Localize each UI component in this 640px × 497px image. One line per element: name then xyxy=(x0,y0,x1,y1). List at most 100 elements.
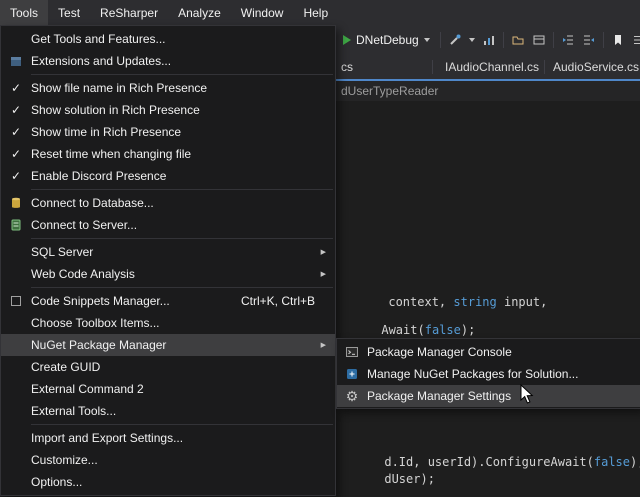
submenu-item-package-manager-console[interactable]: Package Manager Console xyxy=(337,341,640,363)
extensions-icon xyxy=(1,54,31,68)
menu-item-label: Get Tools and Features... xyxy=(31,32,335,46)
menu-item-label: Package Manager Settings xyxy=(367,389,640,403)
submenu-arrow-icon: ▶ xyxy=(321,248,326,256)
menu-item-nuget-package-manager[interactable]: NuGet Package Manager ▶ xyxy=(1,334,335,356)
menu-item-label: Import and Export Settings... xyxy=(31,431,335,445)
menubar-item-tools[interactable]: Tools xyxy=(0,0,48,25)
server-icon xyxy=(1,218,31,232)
menu-item-code-snippets-manager[interactable]: Code Snippets Manager... Ctrl+K, Ctrl+B xyxy=(1,290,335,312)
task-list-icon[interactable] xyxy=(632,31,640,49)
menu-item-label: Connect to Database... xyxy=(31,196,335,210)
menu-item-enable-discord-presence[interactable]: ✓ Enable Discord Presence xyxy=(1,165,335,187)
vs-window: Tools Test ReSharper Analyze Window Help… xyxy=(0,0,640,497)
menubar-item-test[interactable]: Test xyxy=(48,0,90,25)
chevron-down-icon xyxy=(424,38,430,42)
menu-item-external-tools[interactable]: External Tools... xyxy=(1,400,335,422)
toolbar-separator xyxy=(553,32,554,48)
menubar-item-analyze[interactable]: Analyze xyxy=(168,0,231,25)
menu-separator xyxy=(31,424,333,425)
bookmark-icon[interactable] xyxy=(611,31,625,49)
toolbar-separator xyxy=(603,32,604,48)
menu-item-label: External Tools... xyxy=(31,404,335,418)
packages-icon xyxy=(337,367,367,381)
menu-item-connect-to-server[interactable]: Connect to Server... xyxy=(1,214,335,236)
window-layout-icon[interactable] xyxy=(532,31,546,49)
checkmark-icon: ✓ xyxy=(1,125,31,139)
tools-menu: Get Tools and Features... Extensions and… xyxy=(0,25,336,496)
submenu-arrow-icon: ▶ xyxy=(321,341,326,349)
submenu-item-package-manager-settings[interactable]: ⚙ Package Manager Settings xyxy=(337,385,640,407)
console-icon xyxy=(337,345,367,359)
menu-item-shortcut: Ctrl+K, Ctrl+B xyxy=(241,294,315,308)
checkmark-icon: ✓ xyxy=(1,81,31,95)
outdent-icon[interactable] xyxy=(582,31,596,49)
menu-item-label: Connect to Server... xyxy=(31,218,335,232)
checkmark-icon: ✓ xyxy=(1,103,31,117)
nuget-package-manager-submenu: Package Manager Console Manage NuGet Pac… xyxy=(336,338,640,409)
menu-item-label: External Command 2 xyxy=(31,382,335,396)
menu-separator xyxy=(31,287,333,288)
menu-item-label: Extensions and Updates... xyxy=(31,54,335,68)
menu-item-label: Show time in Rich Presence xyxy=(31,125,335,139)
menu-bar: Tools Test ReSharper Analyze Window Help xyxy=(0,0,640,25)
menu-item-label: Package Manager Console xyxy=(367,345,640,359)
menu-separator xyxy=(31,189,333,190)
menu-item-options[interactable]: Options... xyxy=(1,471,335,493)
menu-item-customize[interactable]: Customize... xyxy=(1,449,335,471)
checkmark-icon: ✓ xyxy=(1,147,31,161)
menu-item-label: Choose Toolbox Items... xyxy=(31,316,335,330)
menu-item-connect-to-database[interactable]: Connect to Database... xyxy=(1,192,335,214)
menu-item-label: Create GUID xyxy=(31,360,335,374)
toolbar-separator xyxy=(503,32,504,48)
checkmark-icon: ✓ xyxy=(1,169,31,183)
gear-icon: ⚙ xyxy=(337,389,367,403)
attach-to-process-icon[interactable] xyxy=(448,31,462,49)
menu-item-reset-time-when-changing-file[interactable]: ✓ Reset time when changing file xyxy=(1,143,335,165)
menu-item-label: Manage NuGet Packages for Solution... xyxy=(367,367,640,381)
mouse-cursor xyxy=(520,384,536,405)
snippets-icon xyxy=(1,294,31,308)
open-file-icon[interactable] xyxy=(511,31,525,49)
menubar-item-resharper[interactable]: ReSharper xyxy=(90,0,168,25)
tab-iaudiochannel[interactable]: IAudioChannel.cs xyxy=(445,55,539,79)
menu-item-label: NuGet Package Manager xyxy=(31,338,335,352)
menu-item-label: Options... xyxy=(31,475,335,489)
tab-divider xyxy=(544,60,545,74)
debug-target-label: DNetDebug xyxy=(356,33,419,47)
menu-item-import-export-settings[interactable]: Import and Export Settings... xyxy=(1,427,335,449)
menu-item-extensions-and-updates[interactable]: Extensions and Updates... xyxy=(1,50,335,72)
menu-item-external-command-2[interactable]: External Command 2 xyxy=(1,378,335,400)
menubar-item-help[interactable]: Help xyxy=(293,0,338,25)
menu-item-get-tools-and-features[interactable]: Get Tools and Features... xyxy=(1,28,335,50)
toolbar-separator xyxy=(440,32,441,48)
menu-item-show-time-rich-presence[interactable]: ✓ Show time in Rich Presence xyxy=(1,121,335,143)
menu-item-show-solution-rich-presence[interactable]: ✓ Show solution in Rich Presence xyxy=(1,99,335,121)
debug-run-button[interactable]: DNetDebug xyxy=(340,31,433,49)
code-line: se); xyxy=(341,486,413,497)
menu-item-create-guid[interactable]: Create GUID xyxy=(1,356,335,378)
menu-item-label: Code Snippets Manager... xyxy=(31,294,241,308)
menu-item-sql-server[interactable]: SQL Server ▶ xyxy=(1,241,335,263)
menu-item-show-file-name-rich-presence[interactable]: ✓ Show file name in Rich Presence xyxy=(1,77,335,99)
tab-partial[interactable]: cs xyxy=(341,55,353,79)
database-icon xyxy=(1,196,31,210)
navbar-type-dropdown[interactable]: dUserTypeReader xyxy=(341,81,438,101)
indent-icon[interactable] xyxy=(561,31,575,49)
menu-item-label: SQL Server xyxy=(31,245,335,259)
menu-separator xyxy=(31,74,333,75)
tab-divider xyxy=(432,60,433,74)
menu-item-label: Enable Discord Presence xyxy=(31,169,335,183)
tab-audioservice[interactable]: AudioService.cs xyxy=(553,55,639,79)
chevron-down-icon[interactable] xyxy=(469,38,475,42)
menu-item-label: Customize... xyxy=(31,453,335,467)
menu-item-label: Show solution in Rich Presence xyxy=(31,103,335,117)
menubar-item-window[interactable]: Window xyxy=(231,0,294,25)
play-icon xyxy=(343,35,351,45)
profiler-icon[interactable] xyxy=(482,31,496,49)
submenu-arrow-icon: ▶ xyxy=(321,270,326,278)
submenu-item-manage-nuget-packages-for-solution[interactable]: Manage NuGet Packages for Solution... xyxy=(337,363,640,385)
menu-separator xyxy=(31,238,333,239)
menu-item-choose-toolbox-items[interactable]: Choose Toolbox Items... xyxy=(1,312,335,334)
menu-item-web-code-analysis[interactable]: Web Code Analysis ▶ xyxy=(1,263,335,285)
menu-item-label: Web Code Analysis xyxy=(31,267,335,281)
